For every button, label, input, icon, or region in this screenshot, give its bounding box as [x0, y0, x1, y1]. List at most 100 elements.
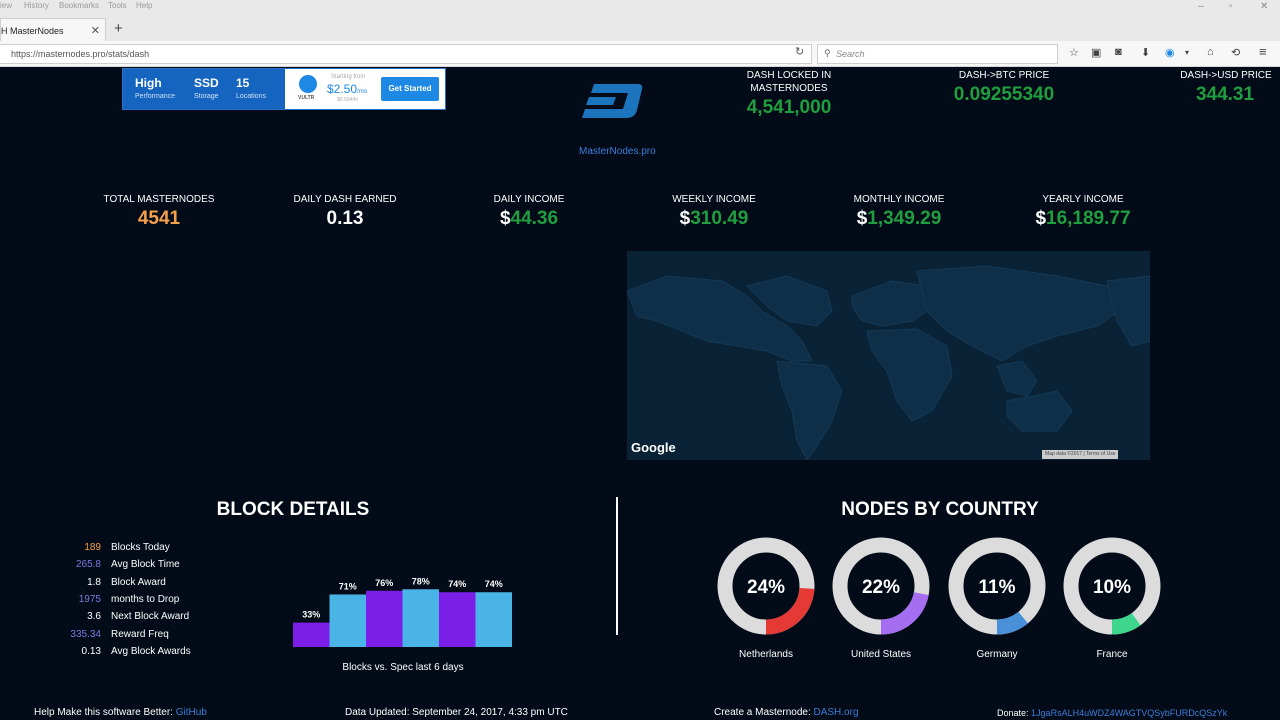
nav-bar: https://masternodes.pro/stats/dash ↻ ⚲ S… [0, 41, 1280, 67]
menu-view[interactable]: iew [0, 1, 12, 10]
block-detail-label: months to Drop [111, 593, 180, 605]
chart-bar [475, 592, 512, 647]
locked-label: DASH LOCKED IN MASTERNODES [746, 70, 832, 94]
country-name: United States [850, 649, 912, 660]
country-name: Germany [976, 649, 1018, 660]
block-detail-label: Reward Freq [111, 628, 169, 640]
donut-percent: 22% [862, 577, 900, 598]
world-map-land [627, 265, 1150, 460]
donut-percent: 11% [979, 577, 1016, 598]
block-detail-label: Avg Block Time [111, 559, 180, 571]
vultr-ad-banner[interactable]: High Performance SSD Storage 15 Location… [122, 68, 446, 110]
block-details-title: BLOCK DETAILS [216, 499, 370, 520]
daily-income-label: DAILY INCOME [493, 194, 565, 205]
google-logo: Google [631, 440, 676, 455]
sync-icon[interactable]: ⟲ [1231, 46, 1240, 59]
total-masternodes-label: TOTAL MASTERNODES [103, 194, 215, 205]
minimize-icon[interactable]: – [1198, 1, 1204, 12]
section-divider [616, 497, 618, 635]
ad-ssd: SSD [194, 76, 219, 90]
pocket-icon[interactable]: ◙ [1115, 46, 1122, 58]
yearly-income-value: $16,189.77 [1035, 208, 1131, 229]
locked-value: 4,541,000 [746, 97, 832, 118]
reload-icon[interactable]: ↻ [795, 45, 804, 58]
footer-help: Help Make this software Better: GitHub [34, 707, 207, 718]
yearly-income-label: YEARLY INCOME [1042, 194, 1124, 205]
country-name: Netherlands [739, 649, 793, 660]
block-detail-value: 1975 [78, 593, 101, 605]
footer-updated: Data Updated: September 24, 2017, 4:33 p… [345, 707, 568, 718]
donut-percent: 24% [747, 577, 785, 598]
country-donut: 10% [1063, 537, 1161, 635]
block-detail-value: 3.6 [87, 611, 101, 623]
chart-bar [366, 590, 403, 647]
github-link[interactable]: GitHub [176, 707, 207, 718]
country-name: France [1096, 649, 1128, 660]
block-detail-label: Block Award [111, 576, 166, 588]
footer-create: Create a Masternode: DASH.org [714, 707, 859, 718]
menu-history[interactable]: History [24, 1, 49, 10]
dash-org-link[interactable]: DASH.org [814, 707, 859, 718]
usd-price-label: DASH->USD PRICE [1180, 70, 1272, 81]
bookmark-star-icon[interactable]: ☆ [1069, 46, 1079, 59]
menu-bar: iew History Bookmarks Tools Help – ▫ ✕ [0, 0, 1280, 13]
daily-dash-value: 0.13 [326, 208, 364, 229]
chart-bar [329, 594, 366, 647]
extension-icon[interactable]: ◉ [1165, 46, 1175, 59]
tab-masternodes[interactable]: H MasterNodes ✕ [0, 18, 106, 42]
close-window-icon[interactable]: ✕ [1260, 1, 1268, 12]
ad-high: High [135, 76, 162, 90]
donut-percent: 10% [1093, 577, 1131, 598]
nodes-by-country-title: NODES BY COUNTRY [841, 499, 1039, 520]
tab-bar: H MasterNodes ✕ + [0, 13, 1280, 42]
total-masternodes-value: 4541 [137, 208, 181, 229]
vultr-mascot-icon [299, 75, 317, 93]
menu-tools[interactable]: Tools [108, 1, 127, 10]
daily-dash-label: DAILY DASH EARNED [293, 194, 397, 205]
block-detail-label: Blocks Today [111, 542, 170, 553]
daily-income-value: $44.36 [499, 208, 559, 229]
block-detail-label: Avg Block Awards [111, 645, 191, 657]
chart-bar [439, 592, 476, 647]
donate-address-link[interactable]: 1JgaRsALH4uWDZ4WAGTVQSybFURDcQSzYk [1031, 708, 1227, 718]
chart-caption: Blocks vs. Spec last 6 days [342, 662, 464, 673]
map-attribution[interactable]: Map data ©2017 | Terms of Use [1042, 450, 1119, 459]
ad-price-hour: $0.004/hr [337, 97, 359, 103]
btc-price-value: 0.09255340 [953, 84, 1055, 105]
menu-help[interactable]: Help [136, 1, 152, 10]
home-icon[interactable]: ⌂ [1207, 46, 1214, 58]
ad-locations-sub: Locations [236, 93, 266, 100]
weekly-income-value: $310.49 [679, 208, 749, 229]
new-tab-icon[interactable]: + [114, 20, 123, 37]
weekly-income-label: WEEKLY INCOME [672, 194, 756, 205]
download-icon[interactable]: ⬇ [1141, 46, 1150, 59]
block-detail-value: 335.34 [70, 628, 101, 640]
maximize-icon[interactable]: ▫ [1229, 1, 1233, 12]
menu-bookmarks[interactable]: Bookmarks [59, 1, 99, 10]
btc-price-label: DASH->BTC PRICE [958, 70, 1050, 81]
masternodes-pro-link[interactable]: MasterNodes.pro [579, 146, 656, 157]
chart-bar-label: 71% [339, 581, 357, 591]
chart-bar [402, 589, 439, 647]
ad-locations: 15 [236, 76, 250, 90]
hamburger-menu-icon[interactable]: ≡ [1259, 44, 1267, 59]
ad-ssd-sub: Storage [194, 93, 219, 100]
usd-price-value: 344.31 [1195, 84, 1255, 105]
search-placeholder: Search [836, 49, 865, 59]
clipboard-icon[interactable]: ▣ [1091, 46, 1101, 59]
tab-title: H MasterNodes [1, 26, 64, 36]
chart-bar-label: 33% [302, 610, 320, 620]
url-bar[interactable]: https://masternodes.pro/stats/dash [0, 44, 812, 64]
get-started-button[interactable]: Get Started [381, 77, 439, 101]
country-donut: 11% [948, 537, 1046, 635]
monthly-income-value: $1,349.29 [856, 208, 942, 229]
masternode-world-map[interactable]: Google Map data ©2017 | Terms of Use [627, 251, 1150, 460]
block-detail-value: 1.8 [87, 576, 101, 588]
ad-features: High Performance SSD Storage 15 Location… [123, 69, 285, 109]
tab-close-icon[interactable]: ✕ [91, 24, 100, 37]
country-donut: 24% [717, 537, 815, 635]
monthly-income-label: MONTHLY INCOME [853, 194, 945, 205]
search-input[interactable]: ⚲ Search [817, 44, 1058, 64]
chart-bar-label: 74% [448, 579, 466, 589]
chevron-down-icon[interactable]: ▾ [1185, 48, 1189, 57]
